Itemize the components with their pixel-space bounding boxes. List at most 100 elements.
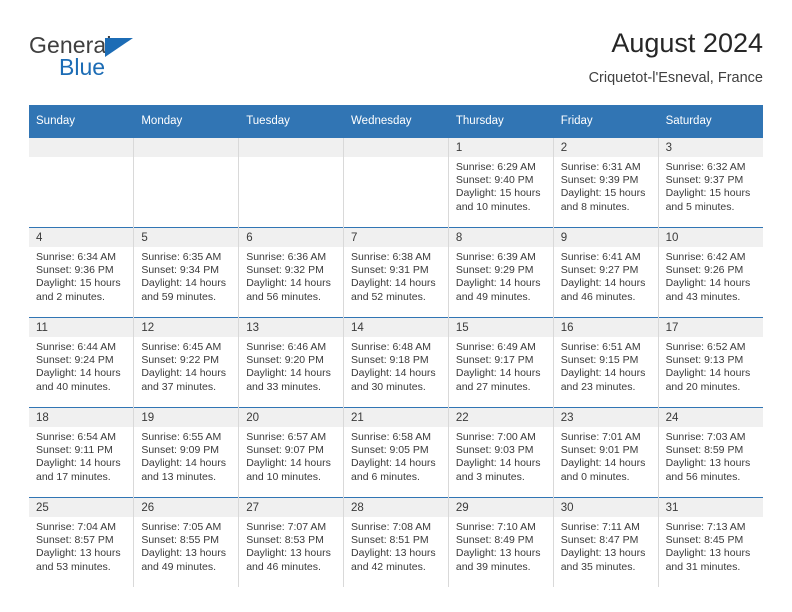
day-cell-inner: 17 Sunrise: 6:52 AM Sunset: 9:13 PM Dayligh… bbox=[658, 318, 763, 407]
calendar-day-cell[interactable]: 13 Sunrise: 6:46 AM Sunset: 9:20 PM Dayligh… bbox=[238, 317, 345, 408]
day-number: 5 bbox=[134, 228, 239, 247]
sunrise-time: Sunrise: 6:49 AM bbox=[455, 341, 536, 353]
day-number: 7 bbox=[344, 228, 448, 247]
calendar-day-cell[interactable]: 24 Sunrise: 7:03 AM Sunset: 8:59 PM Dayligh… bbox=[658, 407, 763, 498]
day-details: Sunrise: 6:36 AM Sunset: 9:32 PM Daylight:… bbox=[239, 247, 343, 304]
day-details: Sunrise: 6:35 AM Sunset: 9:34 PM Daylight:… bbox=[134, 247, 238, 304]
day-cell-inner: 23 Sunrise: 7:01 AM Sunset: 9:01 PM Dayligh… bbox=[553, 408, 658, 497]
day-cell-inner: 5 Sunrise: 6:35 AM Sunset: 9:34 PM Daylight… bbox=[134, 228, 239, 317]
calendar-day-cell[interactable]: 7 Sunrise: 6:38 AM Sunset: 9:31 PM Daylight… bbox=[343, 227, 449, 318]
calendar-day-cell[interactable]: 20 Sunrise: 6:57 AM Sunset: 9:07 PM Dayligh… bbox=[238, 407, 345, 498]
sunrise-time: Sunrise: 7:05 AM bbox=[141, 521, 222, 533]
brand-triangle-icon bbox=[105, 38, 133, 57]
sunset-time: Sunset: 9:31 PM bbox=[351, 264, 429, 277]
calendar-day-cell[interactable]: 9 Sunrise: 6:41 AM Sunset: 9:27 PM Daylight… bbox=[553, 227, 659, 318]
calendar-day-cell[interactable]: 8 Sunrise: 6:39 AM Sunset: 9:29 PM Daylight… bbox=[448, 227, 554, 318]
day-cell-inner: 3 Sunrise: 6:32 AM Sunset: 9:37 PM Daylight… bbox=[658, 138, 763, 227]
day-number: 6 bbox=[239, 228, 344, 247]
calendar-day-cell[interactable]: 19 Sunrise: 6:55 AM Sunset: 9:09 PM Dayligh… bbox=[133, 407, 240, 498]
day-details: Sunrise: 6:44 AM Sunset: 9:24 PM Daylight:… bbox=[29, 337, 133, 394]
sunset-time: Sunset: 9:24 PM bbox=[36, 354, 114, 367]
calendar-day-cell[interactable]: 6 Sunrise: 6:36 AM Sunset: 9:32 PM Daylight… bbox=[238, 227, 345, 318]
calendar-day-cell[interactable]: 3 Sunrise: 6:32 AM Sunset: 9:37 PM Daylight… bbox=[658, 137, 763, 228]
day-cell-inner: 13 Sunrise: 6:46 AM Sunset: 9:20 PM Dayligh… bbox=[239, 318, 344, 407]
brand-logo[interactable]: General Blue bbox=[29, 32, 249, 88]
calendar-day-cell[interactable]: 14 Sunrise: 6:48 AM Sunset: 9:18 PM Dayligh… bbox=[343, 317, 449, 408]
calendar-day-cell[interactable]: 2 Sunrise: 6:31 AM Sunset: 9:39 PM Daylight… bbox=[553, 137, 659, 228]
day-cell-inner: 21 Sunrise: 6:58 AM Sunset: 9:05 PM Dayligh… bbox=[344, 408, 448, 497]
calendar-day-cell[interactable]: 21 Sunrise: 6:58 AM Sunset: 9:05 PM Dayligh… bbox=[343, 407, 449, 498]
sunrise-time: Sunrise: 6:36 AM bbox=[246, 251, 327, 263]
calendar-day-cell[interactable]: 10 Sunrise: 6:42 AM Sunset: 9:26 PM Dayligh… bbox=[658, 227, 763, 318]
calendar-day-cell[interactable]: 30 Sunrise: 7:11 AM Sunset: 8:47 PM Dayligh… bbox=[553, 497, 659, 587]
calendar-day-cell[interactable]: 27 Sunrise: 7:07 AM Sunset: 8:53 PM Dayligh… bbox=[238, 497, 345, 587]
daylight-duration-line2: and 35 minutes. bbox=[560, 560, 636, 573]
weekday-headers: Sunday Monday Tuesday Wednesday Thursday Frid… bbox=[29, 105, 763, 138]
calendar-week-row: 11 Sunrise: 6:44 AM Sunset: 9:24 PM Dayligh… bbox=[29, 317, 763, 408]
day-details: Sunrise: 7:11 AM Sunset: 8:47 PM Daylight:… bbox=[554, 517, 658, 574]
calendar-day-cell[interactable]: 1 Sunrise: 6:29 AM Sunset: 9:40 PM Daylight… bbox=[448, 137, 554, 228]
sunset-time: Sunset: 9:34 PM bbox=[141, 264, 219, 277]
sunset-time: Sunset: 9:36 PM bbox=[36, 264, 114, 277]
day-number: 9 bbox=[553, 228, 658, 247]
daylight-duration-line2: and 10 minutes. bbox=[246, 470, 321, 483]
calendar-day-cell[interactable]: 22 Sunrise: 7:00 AM Sunset: 9:03 PM Dayligh… bbox=[448, 407, 554, 498]
day-number: 1 bbox=[448, 138, 553, 157]
day-cell-inner bbox=[239, 138, 344, 227]
day-cell-inner: 29 Sunrise: 7:10 AM Sunset: 8:49 PM Dayligh… bbox=[448, 498, 553, 587]
sunrise-time: Sunrise: 6:55 AM bbox=[141, 431, 222, 443]
sunrise-time: Sunrise: 7:03 AM bbox=[665, 431, 746, 443]
calendar-day-cell[interactable]: 4 Sunrise: 6:34 AM Sunset: 9:36 PM Daylight… bbox=[29, 227, 135, 318]
day-number: 24 bbox=[658, 408, 763, 427]
day-number bbox=[239, 138, 344, 157]
calendar-day-cell[interactable]: 11 Sunrise: 6:44 AM Sunset: 9:24 PM Dayligh… bbox=[29, 317, 135, 408]
calendar-day-cell[interactable]: 5 Sunrise: 6:35 AM Sunset: 9:34 PM Daylight… bbox=[133, 227, 240, 318]
day-details: Sunrise: 6:29 AM Sunset: 9:40 PM Daylight:… bbox=[449, 157, 553, 214]
sunset-time: Sunset: 9:09 PM bbox=[141, 444, 219, 457]
calendar-day-cell[interactable]: 28 Sunrise: 7:08 AM Sunset: 8:51 PM Dayligh… bbox=[343, 497, 449, 587]
daylight-duration-line1: Daylight: 14 hours bbox=[560, 277, 646, 290]
daylight-duration-line2: and 59 minutes. bbox=[141, 290, 217, 303]
weekday-header-monday: Monday bbox=[133, 105, 240, 138]
sunset-time: Sunset: 9:15 PM bbox=[560, 354, 639, 367]
daylight-duration-line2: and 53 minutes. bbox=[36, 560, 111, 573]
daylight-duration-line2: and 49 minutes. bbox=[455, 290, 531, 303]
calendar-day-cell[interactable]: 23 Sunrise: 7:01 AM Sunset: 9:01 PM Dayligh… bbox=[553, 407, 659, 498]
calendar-day-cell[interactable]: 12 Sunrise: 6:45 AM Sunset: 9:22 PM Dayligh… bbox=[133, 317, 240, 408]
calendar-day-cell[interactable]: 15 Sunrise: 6:49 AM Sunset: 9:17 PM Dayligh… bbox=[448, 317, 554, 408]
daylight-duration-line2: and 30 minutes. bbox=[351, 380, 426, 393]
calendar-day-cell[interactable]: 18 Sunrise: 6:54 AM Sunset: 9:11 PM Dayligh… bbox=[29, 407, 135, 498]
daylight-duration-line2: and 17 minutes. bbox=[36, 470, 111, 483]
day-number: 8 bbox=[448, 228, 553, 247]
day-number bbox=[344, 138, 448, 157]
day-number: 12 bbox=[134, 318, 239, 337]
sunset-time: Sunset: 9:29 PM bbox=[455, 264, 534, 277]
daylight-duration-line1: Daylight: 13 hours bbox=[560, 547, 646, 560]
day-number: 26 bbox=[134, 498, 239, 517]
calendar-day-cell[interactable]: 26 Sunrise: 7:05 AM Sunset: 8:55 PM Dayligh… bbox=[133, 497, 240, 587]
daylight-duration-line1: Daylight: 13 hours bbox=[141, 547, 226, 560]
sunset-time: Sunset: 9:27 PM bbox=[560, 264, 639, 277]
daylight-duration-line1: Daylight: 13 hours bbox=[246, 547, 331, 560]
daylight-duration-line1: Daylight: 14 hours bbox=[665, 367, 751, 380]
daylight-duration-line1: Daylight: 14 hours bbox=[246, 277, 331, 290]
day-details: Sunrise: 7:10 AM Sunset: 8:49 PM Daylight:… bbox=[449, 517, 553, 574]
sunrise-time: Sunrise: 6:32 AM bbox=[665, 161, 746, 173]
day-number: 17 bbox=[658, 318, 763, 337]
calendar-day-cell[interactable]: 25 Sunrise: 7:04 AM Sunset: 8:57 PM Dayligh… bbox=[29, 497, 135, 587]
calendar-day-cell[interactable]: 31 Sunrise: 7:13 AM Sunset: 8:45 PM Dayligh… bbox=[658, 497, 763, 587]
sunset-time: Sunset: 9:20 PM bbox=[246, 354, 324, 367]
day-number: 11 bbox=[29, 318, 134, 337]
sunset-time: Sunset: 8:49 PM bbox=[455, 534, 534, 547]
sunset-time: Sunset: 9:01 PM bbox=[560, 444, 639, 457]
daylight-duration-line1: Daylight: 14 hours bbox=[36, 367, 121, 380]
daylight-duration-line1: Daylight: 13 hours bbox=[665, 457, 751, 470]
daylight-duration-line2: and 13 minutes. bbox=[141, 470, 217, 483]
calendar-day-cell[interactable]: 16 Sunrise: 6:51 AM Sunset: 9:15 PM Dayligh… bbox=[553, 317, 659, 408]
weekday-header-thursday: Thursday bbox=[448, 105, 554, 138]
calendar-day-cell[interactable]: 17 Sunrise: 6:52 AM Sunset: 9:13 PM Dayligh… bbox=[658, 317, 763, 408]
calendar-day-cell[interactable]: 29 Sunrise: 7:10 AM Sunset: 8:49 PM Dayligh… bbox=[448, 497, 554, 587]
sunset-time: Sunset: 9:32 PM bbox=[246, 264, 324, 277]
daylight-duration-line1: Daylight: 14 hours bbox=[36, 457, 121, 470]
sunrise-time: Sunrise: 6:46 AM bbox=[246, 341, 327, 353]
